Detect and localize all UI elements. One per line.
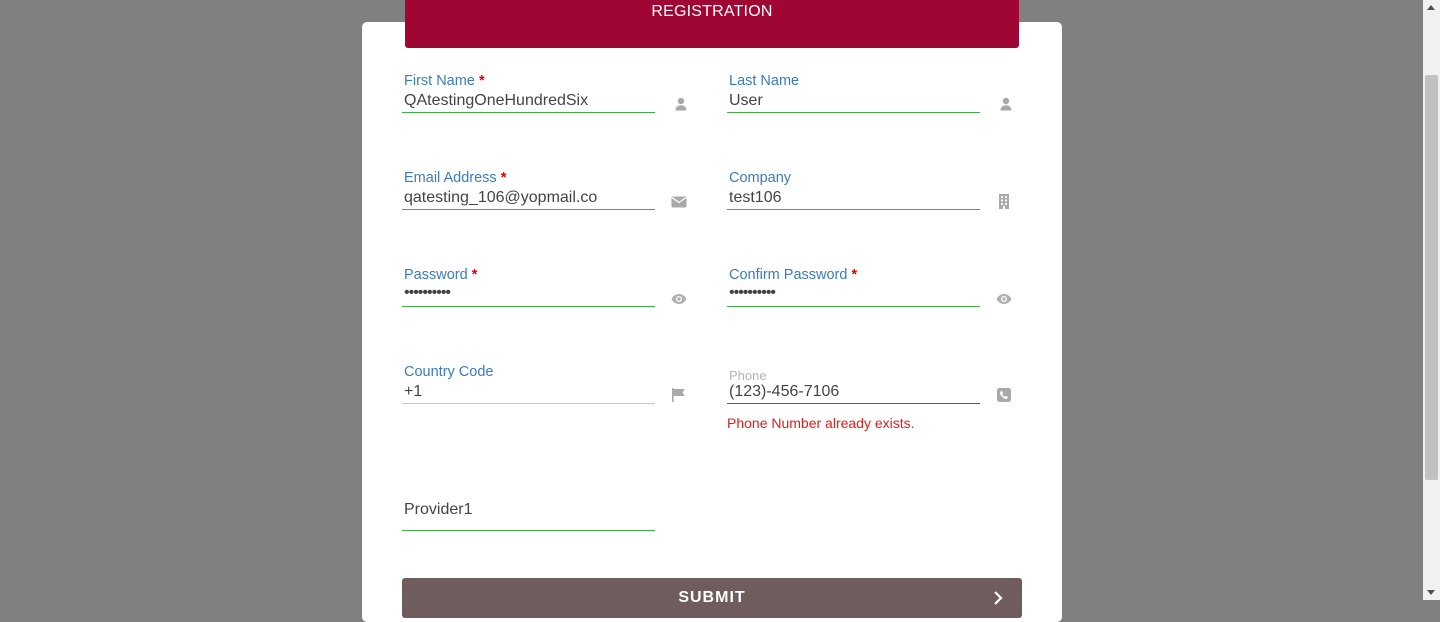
phone-error-message: Phone Number already exists. [727, 415, 915, 431]
submit-label: SUBMIT [678, 589, 746, 606]
password-input[interactable]: •••••••••• [404, 284, 451, 302]
confirm-password-underline [727, 306, 980, 307]
chevron-right-icon [992, 590, 1004, 611]
email-label: Email Address * [404, 170, 507, 186]
last-name-label: Last Name [729, 73, 800, 89]
country-code-underline [402, 403, 655, 404]
company-label: Company [729, 170, 792, 186]
company-underline [727, 209, 980, 210]
flag-icon [671, 387, 687, 403]
phone-placeholder: Phone [729, 368, 767, 383]
provider-field[interactable]: Provider1 [402, 482, 655, 532]
email-input[interactable]: qatesting_106@yopmail.co [404, 189, 597, 207]
company-input[interactable]: test106 [729, 189, 781, 207]
password-label: Password * [404, 267, 478, 283]
last-name-input[interactable]: User [729, 92, 763, 110]
last-name-underline [727, 112, 980, 113]
phone-icon [996, 387, 1012, 403]
password-field[interactable]: Password * •••••••••• [402, 267, 655, 317]
provider-underline [402, 530, 655, 531]
first-name-label: First Name * [404, 73, 485, 89]
phone-input[interactable]: (123)-456-7106 [729, 383, 839, 401]
phone-underline [727, 403, 980, 404]
first-name-field[interactable]: First Name * QAtestingOneHundredSix [402, 73, 655, 123]
eye-icon[interactable] [671, 291, 687, 307]
confirm-password-field[interactable]: Confirm Password * •••••••••• [727, 267, 980, 317]
company-field[interactable]: Company test106 [727, 170, 980, 220]
phone-field[interactable]: Phone (123)-456-7106 Phone Number alread… [727, 364, 980, 434]
password-underline [402, 306, 655, 307]
envelope-icon [671, 194, 687, 210]
scroll-down-arrow[interactable] [1427, 590, 1435, 595]
scroll-up-arrow[interactable] [1427, 5, 1435, 10]
registration-header: REGISTRATION [405, 0, 1019, 48]
confirm-password-label: Confirm Password * [729, 267, 858, 283]
submit-button[interactable]: SUBMIT [402, 578, 1022, 618]
building-icon [996, 193, 1012, 209]
country-code-field[interactable]: Country Code +1 [402, 364, 655, 414]
email-field[interactable]: Email Address * qatesting_106@yopmail.co [402, 170, 655, 220]
first-name-input[interactable]: QAtestingOneHundredSix [404, 92, 588, 110]
last-name-field[interactable]: Last Name User [727, 73, 980, 123]
country-code-input[interactable]: +1 [404, 383, 422, 401]
email-underline [402, 209, 655, 210]
registration-title: REGISTRATION [651, 3, 773, 20]
provider-select[interactable]: Provider1 [404, 501, 472, 519]
confirm-password-input[interactable]: •••••••••• [729, 284, 776, 302]
user-icon [998, 96, 1014, 112]
country-code-label: Country Code [404, 364, 494, 380]
user-icon [673, 96, 689, 112]
page-scrollbar[interactable] [1423, 0, 1440, 600]
first-name-underline [402, 112, 655, 113]
scrollbar-thumb[interactable] [1425, 75, 1438, 480]
eye-icon[interactable] [996, 291, 1012, 307]
